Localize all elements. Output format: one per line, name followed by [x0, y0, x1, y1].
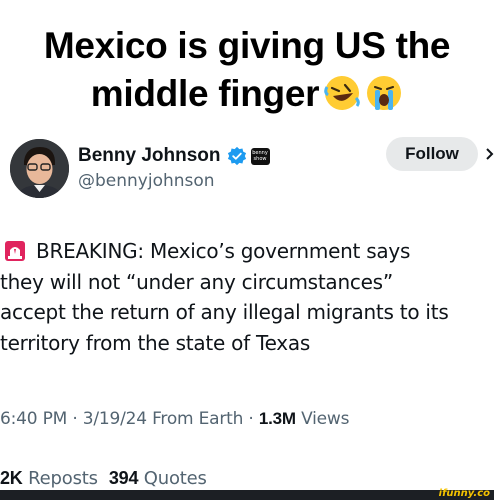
- tweet-body: BREAKING: Mexico’s government says they …: [0, 236, 492, 358]
- reposts-label: Reposts: [28, 468, 98, 489]
- tweet-stats: 2K Reposts 394 Quotes: [0, 468, 207, 489]
- tweet-body-line-1-text: BREAKING: Mexico’s government says: [36, 239, 411, 263]
- affiliate-badge-icon[interactable]: benny show: [250, 147, 270, 165]
- tweet-body-line-1: BREAKING: Mexico’s government says: [0, 236, 492, 267]
- headline-line-2: middle finger: [0, 70, 494, 124]
- tweet-meta: 6:40 PM · 3/19/24 From Earth · 1.3M View…: [0, 409, 350, 429]
- tweet-body-line-4: territory from the state of Texas: [0, 330, 311, 355]
- reposts-count: 2K: [0, 468, 23, 488]
- quotes-stat[interactable]: 394 Quotes: [109, 468, 207, 489]
- author-avatar[interactable]: [10, 139, 69, 198]
- verified-badge-icon: [227, 146, 247, 166]
- tweet-date[interactable]: 3/19/24: [83, 409, 147, 429]
- tweet-source: From Earth: [152, 409, 244, 429]
- views-label: Views: [301, 409, 350, 429]
- author-name-row: Benny Johnson benny show: [78, 142, 270, 170]
- loudly-crying-emoji-icon: [365, 74, 403, 124]
- views-count: 1.3M: [258, 409, 296, 428]
- author-name[interactable]: Benny Johnson: [78, 145, 221, 167]
- ifunny-watermark: ifunny.co: [438, 488, 490, 499]
- quotes-label: Quotes: [143, 468, 207, 489]
- author-handle[interactable]: @bennyjohnson: [78, 171, 215, 191]
- tweet-body-line-2: they will not “under any circumstances”: [0, 269, 393, 294]
- meme-headline: Mexico is giving US the middle finger: [0, 22, 494, 124]
- headline-line-1: Mexico is giving US the: [43, 25, 451, 66]
- avatar-photo-icon: [10, 139, 69, 198]
- tweet-body-line-3: accept the return of any illegal migrant…: [0, 300, 449, 324]
- headline-line-2-text: middle finger: [90, 73, 320, 114]
- watermark-bar: [0, 490, 494, 500]
- rolling-laughing-emoji-icon: [323, 74, 361, 124]
- more-options-icon[interactable]: [486, 146, 494, 162]
- follow-button[interactable]: Follow: [386, 137, 478, 171]
- tweet-time[interactable]: 6:40 PM: [0, 409, 67, 429]
- quotes-count: 394: [108, 468, 139, 488]
- reposts-stat[interactable]: 2K Reposts: [0, 468, 98, 489]
- police-siren-icon: [4, 240, 26, 262]
